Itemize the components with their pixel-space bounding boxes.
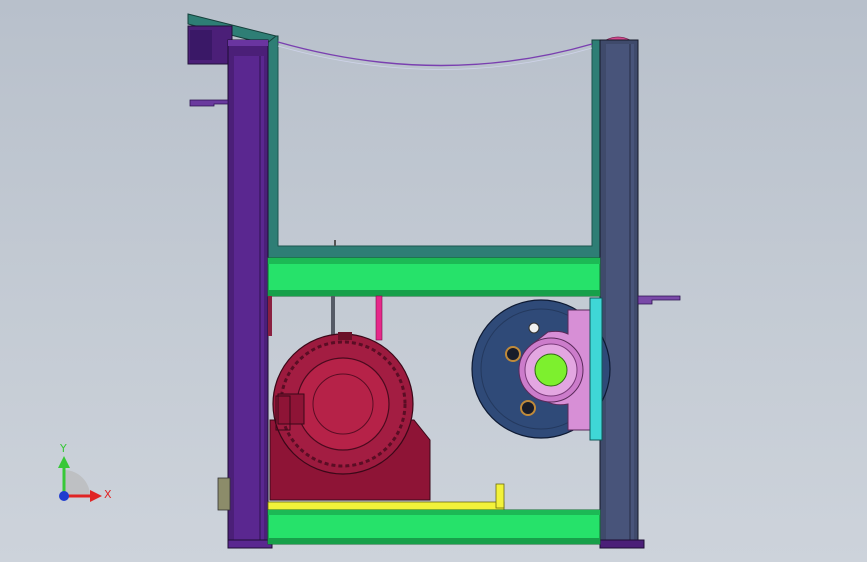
left-column[interactable] [227,39,269,547]
lower-cross-beam[interactable] [267,509,601,545]
y-axis-label: Y [59,442,67,455]
motor-assembly[interactable] [269,332,431,501]
hopper-top-arc [277,41,593,67]
pink-rod [375,295,383,341]
right-column[interactable] [599,39,639,547]
x-axis-label: X [104,488,112,501]
cad-viewport[interactable]: Y X [0,0,867,562]
right-flange-tab [637,295,681,305]
left-base-block [217,477,231,511]
triad-arc [64,470,90,496]
bearing-unit[interactable] [471,297,611,441]
coordinate-triad: Y X [58,442,112,502]
x-axis-arrow [90,490,102,502]
z-axis-dot [59,491,69,501]
mount-plate [589,297,603,441]
motor-face [296,357,390,451]
left-flange-tab [189,99,229,107]
assembly-drawing: Y X [58,13,681,549]
shaft [534,353,568,387]
bearing-bolt [528,322,540,334]
upper-cross-beam[interactable] [267,257,601,297]
bearing-bolt [520,400,536,416]
y-axis-arrow [58,456,70,468]
hopper[interactable] [265,35,605,259]
bearing-bolt [505,346,521,362]
